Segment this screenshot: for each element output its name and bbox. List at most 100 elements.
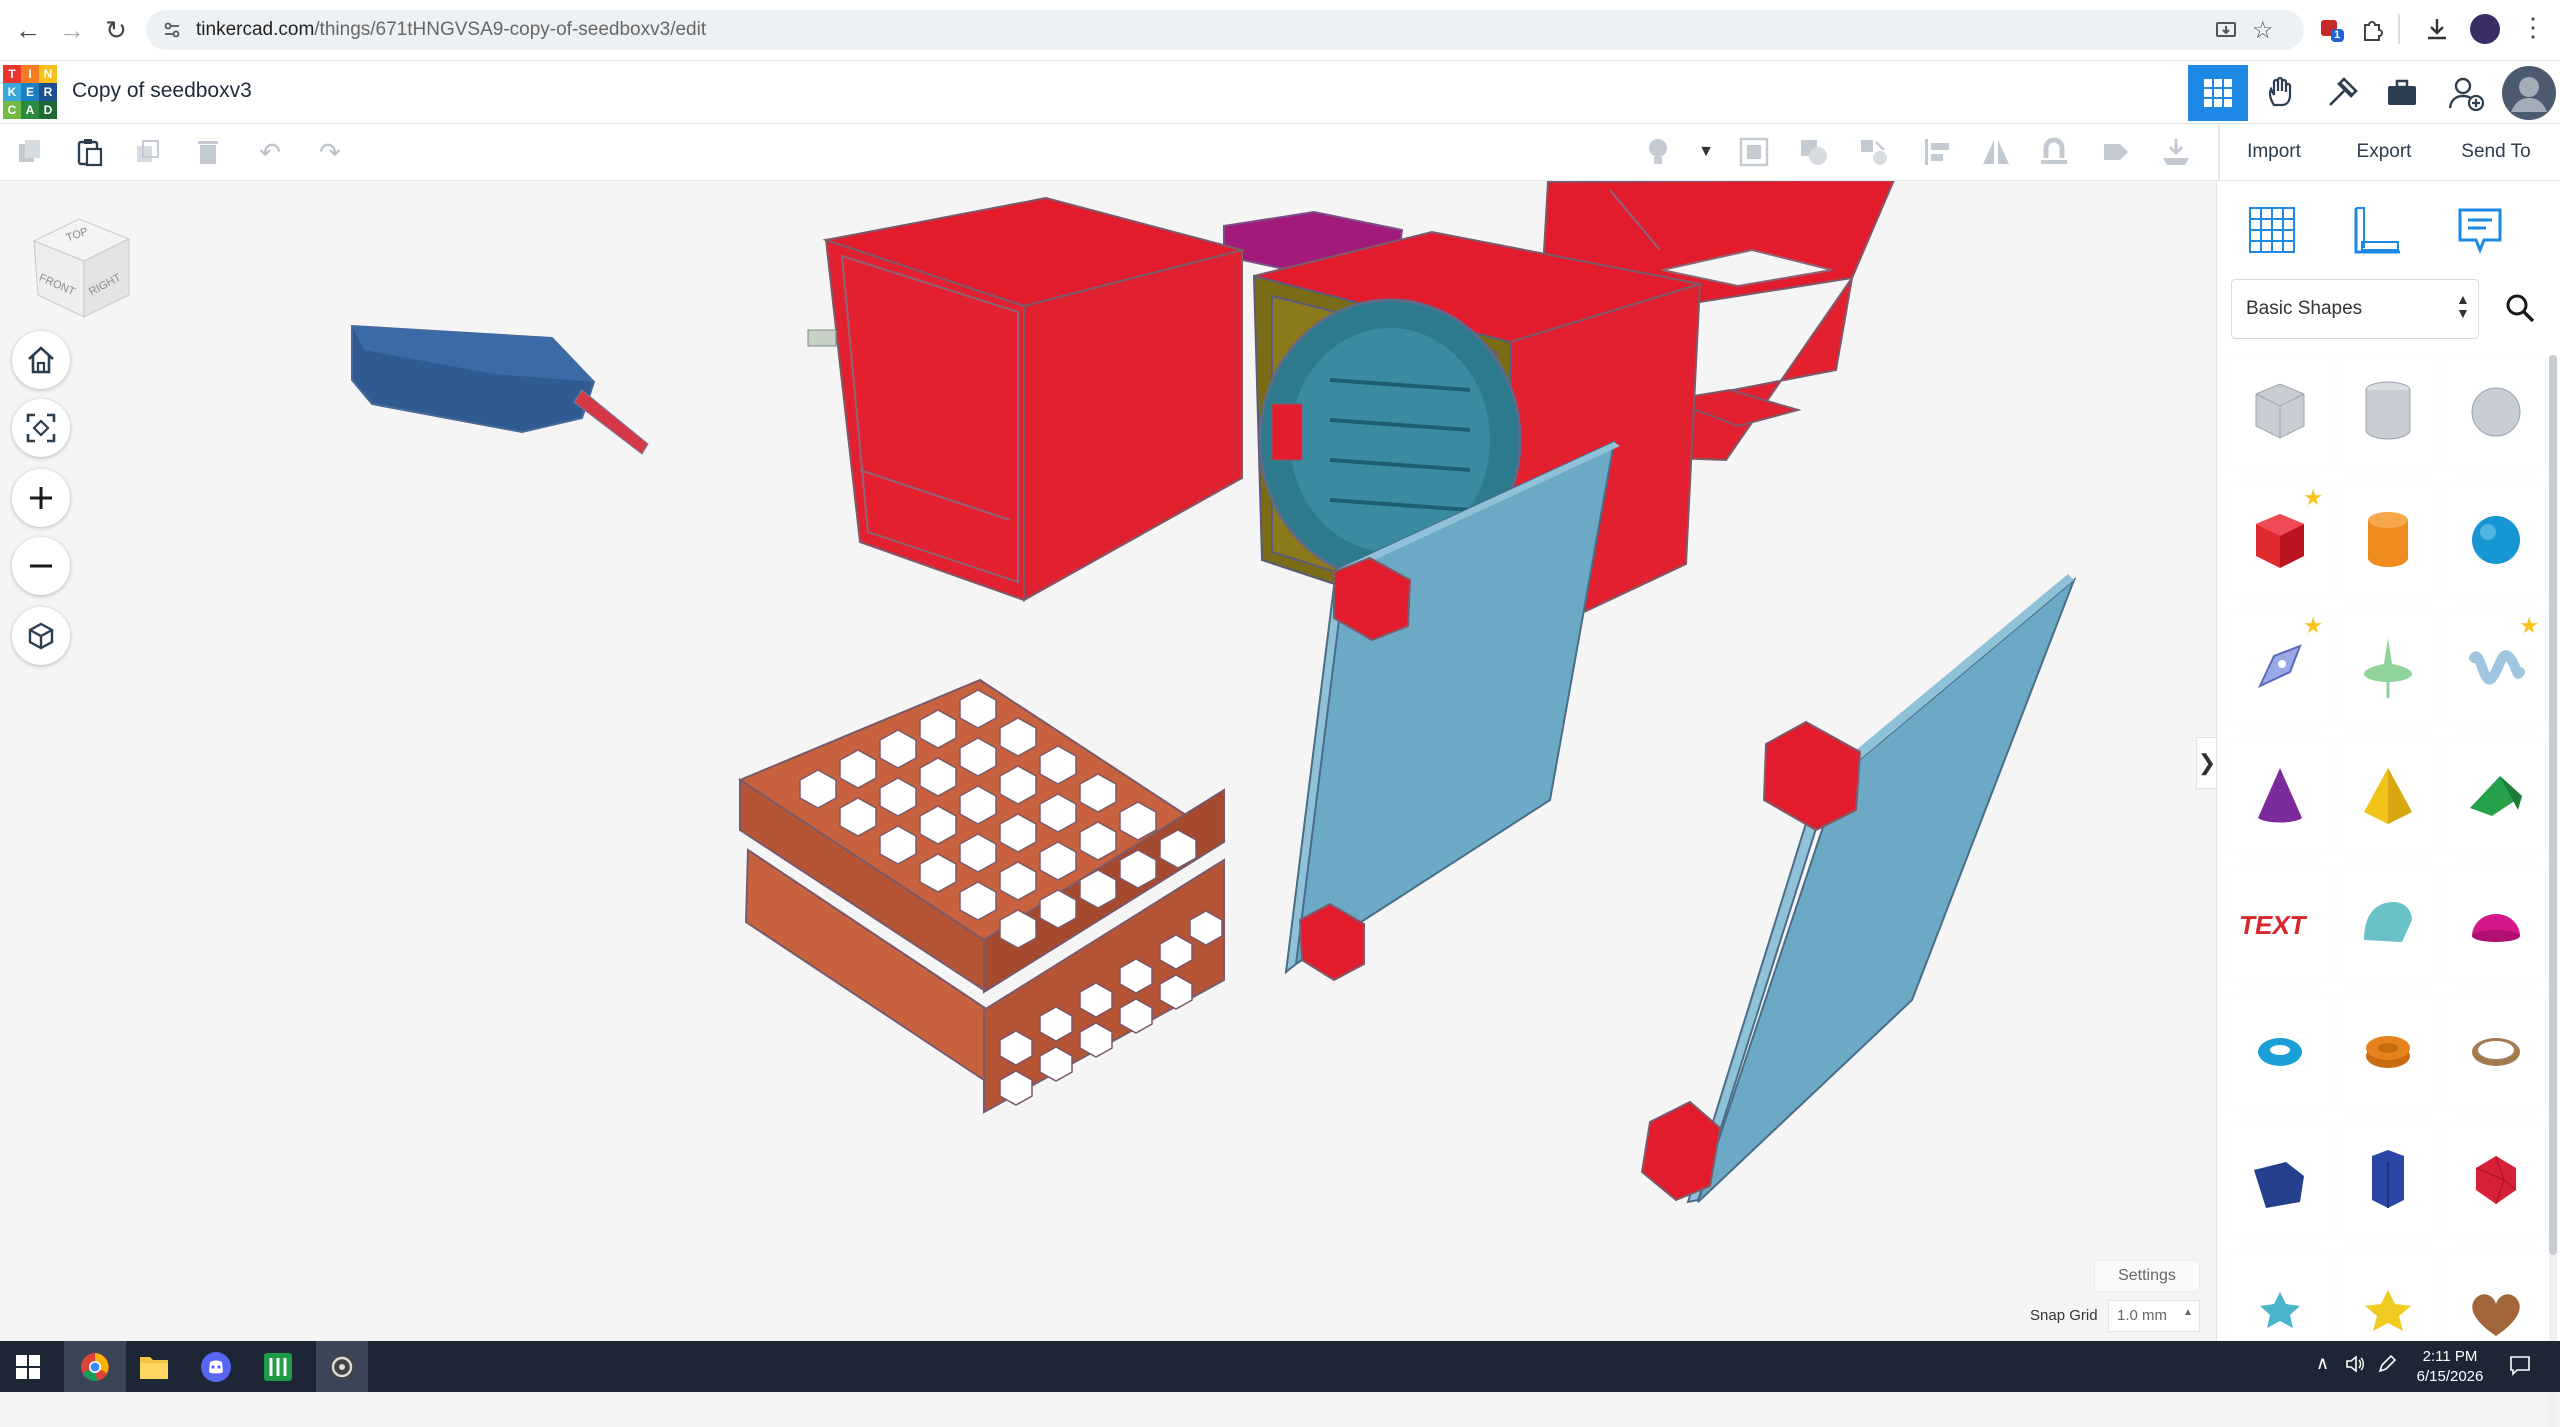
collapse-panel-chevron-icon[interactable]: ❯	[2196, 737, 2218, 789]
url-path: /things/671tHNGVSA9-copy-of-seedboxv3/ed…	[314, 19, 707, 40]
group-frame-icon[interactable]	[1736, 134, 1772, 170]
ruler-icon[interactable]	[2341, 195, 2411, 265]
shape-tile-pyramid[interactable]	[2339, 737, 2437, 855]
install-app-icon[interactable]	[2214, 18, 2238, 42]
download-icon[interactable]	[2424, 16, 2450, 42]
bookmark-star-icon[interactable]: ☆	[2252, 16, 2274, 45]
menu-kebab-icon[interactable]: ⋮	[2520, 12, 2546, 43]
copy-icon[interactable]	[12, 134, 48, 170]
shape-tile-cone[interactable]	[2231, 737, 2329, 855]
shape-tile-scribble[interactable]: ★	[2231, 609, 2329, 727]
shape-category-label: Basic Shapes	[2246, 298, 2363, 319]
paraboloid-icon	[2364, 638, 2412, 698]
ungroup-icon[interactable]	[1856, 134, 1892, 170]
system-clock[interactable]: 2:11 PM 6/15/2026	[2390, 1347, 2510, 1387]
group-icon[interactable]	[1796, 134, 1832, 170]
shape-tile-torus[interactable]	[2231, 993, 2329, 1111]
shape-tile-half-cylinder[interactable]	[2339, 865, 2437, 983]
import-button[interactable]: Import	[2228, 132, 2320, 172]
red-box-shape-1[interactable]	[807, 196, 1246, 602]
tools-icon[interactable]	[2314, 65, 2370, 121]
extension-icon[interactable]: 1	[2318, 16, 2346, 44]
delete-icon[interactable]	[190, 134, 226, 170]
star-icon	[2260, 1292, 2300, 1328]
profile-avatar-icon[interactable]	[2470, 14, 2500, 44]
snap-grid-select[interactable]: 1.0 mm ▲	[2108, 1300, 2200, 1332]
redo-icon[interactable]: ↷	[312, 134, 348, 170]
view-cube[interactable]: TOP FRONT RIGHT	[26, 211, 136, 321]
shape-tile-box[interactable]: ★	[2231, 481, 2329, 599]
address-bar[interactable]: tinkercad.com/things/671tHNGVSA9-copy-of…	[146, 10, 2304, 50]
forward-arrow-icon[interactable]: →	[56, 14, 88, 46]
discord-icon[interactable]	[198, 1349, 234, 1385]
notification-icon[interactable]	[2508, 1353, 2532, 1377]
add-user-icon[interactable]	[2438, 65, 2494, 121]
shape-tile-icosahedron[interactable]	[2447, 1121, 2545, 1239]
chevron-up-icon[interactable]: ∧	[2316, 1353, 2329, 1374]
chevron-down-icon[interactable]: ▼	[1688, 134, 1724, 170]
shape-tile-sphere-striped[interactable]	[2447, 353, 2545, 471]
extensions-puzzle-icon[interactable]	[2360, 16, 2386, 42]
shape-tile-roof[interactable]	[2447, 737, 2545, 855]
obs-icon[interactable]	[316, 1341, 368, 1392]
windows-start-icon[interactable]	[10, 1349, 46, 1385]
back-arrow-icon[interactable]: ←	[12, 14, 44, 46]
home-view-button[interactable]	[12, 331, 70, 389]
reload-icon[interactable]: ↻	[100, 14, 132, 46]
panel-scrollbar-thumb[interactable]	[2549, 355, 2557, 1255]
blue-lid-shape[interactable]	[351, 324, 649, 455]
cruise-icon[interactable]	[2158, 134, 2194, 170]
shape-tile-tube[interactable]	[2339, 993, 2437, 1111]
workplane-viewport[interactable]: TOP FRONT RIGHT Settings Snap Grid 1.0 m…	[0, 181, 2218, 1341]
projection-toggle-button[interactable]	[12, 607, 70, 665]
logo-tile: N	[39, 65, 57, 83]
design-title[interactable]: Copy of seedboxv3	[72, 79, 252, 103]
briefcase-icon[interactable]	[2374, 65, 2430, 121]
user-avatar[interactable]	[2500, 65, 2558, 121]
edit-toolbar: ↶ ↷ ▼ Import Export Send To	[0, 124, 2560, 181]
send-to-button[interactable]: Send To	[2446, 132, 2546, 172]
settings-button[interactable]: Settings	[2094, 1260, 2200, 1292]
export-button[interactable]: Export	[2336, 132, 2432, 172]
shape-tile-text[interactable]: TEXT	[2231, 865, 2329, 983]
workplane-magnet-icon[interactable]	[2036, 134, 2072, 170]
mirror-icon[interactable]	[1978, 134, 2014, 170]
site-info-icon[interactable]	[162, 20, 182, 40]
shape-tile-half-sphere[interactable]	[2447, 865, 2545, 983]
shape-tile-polygon[interactable]	[2231, 1121, 2329, 1239]
shape-category-select[interactable]: Basic Shapes ▲ ▼	[2231, 279, 2479, 339]
3d-design-view-icon[interactable]	[2188, 65, 2248, 121]
shape-tile-ring[interactable]	[2447, 993, 2545, 1111]
honeycomb-tray-shape[interactable]	[738, 678, 1226, 1114]
align-icon[interactable]	[1920, 134, 1956, 170]
speaker-icon[interactable]	[2344, 1353, 2366, 1375]
scene-canvas[interactable]	[0, 181, 2216, 1341]
tinkercad-logo[interactable]: TINKERCAD	[3, 65, 57, 119]
logo-tile: T	[3, 65, 21, 83]
fit-view-button[interactable]	[12, 399, 70, 457]
shape-tile-box-striped[interactable]	[2231, 353, 2329, 471]
shape-tile-hexagonal-prism[interactable]	[2339, 1121, 2437, 1239]
zoom-out-button[interactable]	[12, 537, 70, 595]
zoom-in-button[interactable]	[12, 469, 70, 527]
file-explorer-icon[interactable]	[136, 1349, 172, 1385]
notes-icon[interactable]	[2445, 195, 2515, 265]
shape-tile-cylinder-striped[interactable]	[2339, 353, 2437, 471]
spreadsheet-app-icon[interactable]	[260, 1349, 296, 1385]
shape-tile-sphere[interactable]	[2447, 481, 2545, 599]
duplicate-icon[interactable]	[130, 134, 166, 170]
chrome-taskbar-icon[interactable]	[64, 1341, 126, 1392]
shape-tile-shape-generator[interactable]: ★	[2447, 609, 2545, 727]
search-icon[interactable]	[2497, 285, 2543, 331]
undo-icon[interactable]: ↶	[252, 134, 288, 170]
shape-tile-cylinder[interactable]	[2339, 481, 2437, 599]
shape-tile-paraboloid[interactable]	[2339, 609, 2437, 727]
workplane-grid-icon[interactable]	[2237, 195, 2307, 265]
blocks-hand-icon[interactable]	[2254, 65, 2310, 121]
box-striped-icon	[2255, 383, 2305, 439]
note-tag-icon[interactable]	[2098, 134, 2134, 170]
panel-scrollbar[interactable]	[2549, 355, 2557, 1427]
paste-icon[interactable]	[72, 134, 108, 170]
light-bulb-icon[interactable]	[1640, 134, 1676, 170]
glass-panel-shape-2[interactable]	[1640, 574, 2077, 1204]
